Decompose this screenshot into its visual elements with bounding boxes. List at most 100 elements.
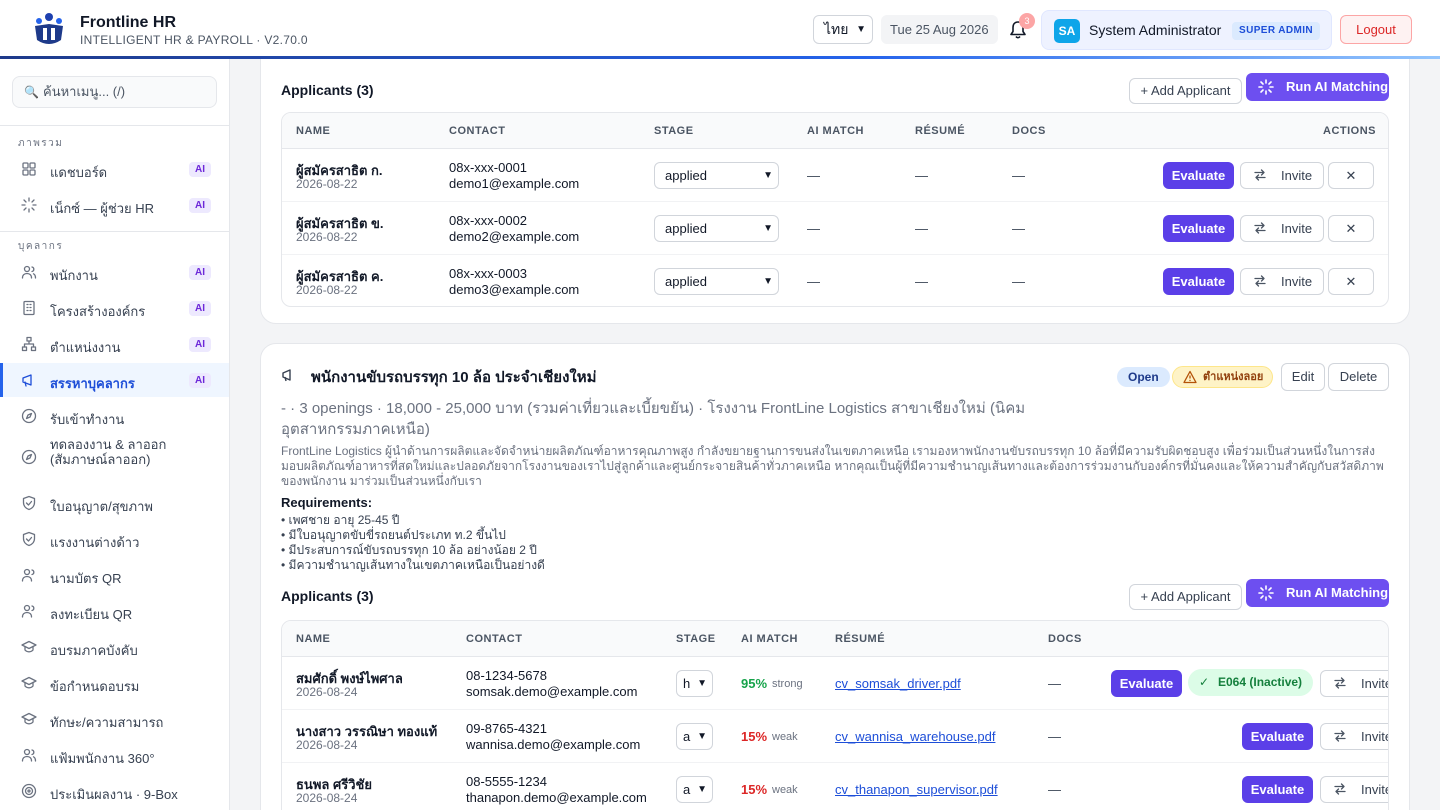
applicants-table: NAME CONTACT STAGE AI MATCH RÉSUMÉ DOCS สมศักด… bbox=[281, 620, 1389, 810]
docs-value: — bbox=[1012, 221, 1025, 236]
org-chart-icon bbox=[21, 336, 37, 352]
sidebar-item-11[interactable]: นามบัตร QR bbox=[0, 558, 229, 592]
sidebar-item-7[interactable]: รับเข้าทำงาน bbox=[0, 399, 229, 433]
applicant-phone: 08x-xxx-0001 bbox=[449, 160, 528, 175]
graduation-cap-icon bbox=[21, 640, 37, 653]
stage-select[interactable]: applied ▼ bbox=[654, 215, 779, 242]
evaluate-button[interactable]: Evaluate bbox=[1242, 723, 1313, 750]
evaluate-button[interactable]: Evaluate bbox=[1163, 268, 1234, 295]
applicant-email: somsak.demo@example.com bbox=[466, 684, 638, 699]
menu-search-input[interactable]: 🔍 ค้นหาเมนู... (/) bbox=[12, 76, 217, 108]
evaluate-button[interactable]: Evaluate bbox=[1111, 670, 1182, 697]
invite-label: Invite bbox=[1281, 168, 1313, 183]
job-title: พนักงานขับรถบรรทุก 10 ล้อ ประจำเชียงใหม่ bbox=[311, 369, 597, 386]
invite-button[interactable]: Invite bbox=[1320, 723, 1388, 750]
sidebar-item-6[interactable]: สรรหาบุคลากร AI bbox=[0, 363, 229, 397]
stage-select[interactable]: applied ▼ bbox=[654, 268, 779, 295]
job-meta: - · 3 openings · 18,000 - 25,000 บาท (รว… bbox=[281, 400, 1026, 438]
language-select[interactable]: ไทย ▼ bbox=[813, 15, 873, 44]
resume-link[interactable]: cv_thanapon_supervisor.pdf bbox=[835, 782, 998, 797]
evaluate-button[interactable]: Evaluate bbox=[1242, 776, 1313, 803]
invite-button[interactable]: Invite bbox=[1240, 268, 1324, 295]
ai-match-value: — bbox=[807, 221, 820, 236]
sidebar-item-9[interactable]: ใบอนุญาต/สุขภาพ bbox=[0, 486, 229, 520]
sidebar-item-8[interactable]: ทดลองงาน & ลาออก (สัมภาษณ์ลาออก) bbox=[0, 435, 229, 479]
requirements-title: Requirements: bbox=[281, 495, 373, 510]
sidebar-divider bbox=[0, 125, 229, 126]
invite-button[interactable]: Invite bbox=[1320, 670, 1388, 697]
user-menu[interactable]: SA System Administrator SUPER ADMIN bbox=[1041, 10, 1332, 50]
sidebar-item-label: แฟ้มพนักงาน 360° bbox=[50, 751, 155, 766]
stage-select[interactable]: a ▼ bbox=[676, 776, 713, 803]
edit-button[interactable]: Edit bbox=[1281, 363, 1325, 391]
swap-icon bbox=[1254, 275, 1266, 287]
applicant-phone: 08-1234-5678 bbox=[466, 668, 547, 683]
sidebar-item-label: โครงสร้างองค์กร bbox=[50, 304, 146, 319]
resume-link[interactable]: cv_wannisa_warehouse.pdf bbox=[835, 729, 995, 744]
ai-match-percent: 95% bbox=[741, 676, 768, 691]
language-value: ไทย bbox=[824, 21, 849, 37]
spinner-icon bbox=[1258, 585, 1274, 601]
main-content: Applicants (3) + Add Applicant Run AI Ma… bbox=[230, 59, 1440, 810]
shield-check-icon bbox=[22, 495, 36, 511]
role-badge: SUPER ADMIN bbox=[1232, 22, 1321, 40]
sidebar-item-15[interactable]: ทักษะ/ความสามารถ bbox=[0, 702, 229, 736]
add-applicant-button[interactable]: + Add Applicant bbox=[1129, 78, 1242, 104]
sidebar-item-4[interactable]: โครงสร้างองค์กร AI bbox=[0, 291, 229, 325]
sidebar-item-17[interactable]: ประเมินผลงาน · 9-Box bbox=[0, 774, 229, 808]
ai-match-value: — bbox=[807, 168, 820, 183]
sidebar-item-1[interactable]: แดชบอร์ด AI bbox=[0, 152, 229, 186]
sidebar-item-3[interactable]: พนักงาน AI bbox=[0, 255, 229, 289]
top-header: Frontline HR INTELLIGENT HR & PAYROLL · … bbox=[0, 0, 1440, 58]
run-ai-matching-button[interactable]: Run AI Matching bbox=[1246, 73, 1389, 101]
sidebar-item-label: ประเมินผลงาน · 9-Box bbox=[50, 787, 178, 802]
invite-button[interactable]: Invite bbox=[1320, 776, 1388, 803]
search-icon: 🔍 bbox=[24, 85, 39, 99]
evaluate-button[interactable]: Evaluate bbox=[1163, 162, 1234, 189]
warning-icon bbox=[1183, 370, 1197, 384]
sidebar-item-14[interactable]: ข้อกำหนดอบรม bbox=[0, 666, 229, 700]
stage-select[interactable]: applied ▼ bbox=[654, 162, 779, 189]
compass-icon bbox=[21, 449, 37, 465]
app-name: Frontline HR bbox=[80, 14, 176, 31]
sidebar-item-5[interactable]: ตำแหน่งงาน AI bbox=[0, 327, 229, 361]
remove-applicant-button[interactable]: ✕ bbox=[1328, 215, 1374, 242]
sidebar-item-10[interactable]: แรงงานต่างด้าว bbox=[0, 522, 229, 556]
employee-link-badge[interactable]: ✓ E064 (Inactive) bbox=[1188, 669, 1314, 696]
users-icon bbox=[21, 748, 37, 762]
graduation-cap-icon bbox=[21, 712, 37, 725]
status-badge: Open bbox=[1117, 367, 1170, 387]
sidebar-item-13[interactable]: อบรมภาคบังคับ bbox=[0, 630, 229, 664]
resume-link[interactable]: cv_somsak_driver.pdf bbox=[835, 676, 961, 691]
stage-select[interactable]: a ▼ bbox=[676, 723, 713, 750]
ai-badge: AI bbox=[189, 265, 211, 280]
stage-value: a bbox=[683, 729, 691, 744]
stage-select[interactable]: h ▼ bbox=[676, 670, 713, 697]
sidebar-item-label: นามบัตร QR bbox=[50, 571, 122, 586]
compass-icon bbox=[21, 408, 37, 424]
table-row: ผู้สมัครสาธิต ก. 2026-08-22 08x-xxx-0001 de… bbox=[282, 149, 1388, 202]
docs-value: — bbox=[1012, 168, 1025, 183]
sidebar-item-12[interactable]: ลงทะเบียน QR bbox=[0, 594, 229, 628]
table-row: ธนพล ศรีวิชัย 2026-08-24 08-5555-1234 thana… bbox=[282, 763, 1388, 810]
sidebar-item-2[interactable]: เน็กซ์ — ผู้ช่วย HR AI bbox=[0, 188, 229, 222]
remove-applicant-button[interactable]: ✕ bbox=[1328, 162, 1374, 189]
search-placeholder: ค้นหาเมนู... (/) bbox=[43, 84, 126, 99]
logout-button[interactable]: Logout bbox=[1340, 15, 1412, 44]
notification-badge: 3 bbox=[1019, 13, 1035, 29]
remove-applicant-button[interactable]: ✕ bbox=[1328, 268, 1374, 295]
applicant-email: demo3@example.com bbox=[449, 282, 580, 297]
add-applicant-button[interactable]: + Add Applicant bbox=[1129, 584, 1242, 610]
chevron-down-icon: ▼ bbox=[856, 24, 866, 35]
run-ai-matching-button[interactable]: Run AI Matching bbox=[1246, 579, 1389, 607]
spinner-icon bbox=[1258, 79, 1274, 95]
invite-button[interactable]: Invite bbox=[1240, 215, 1324, 242]
applicants-table: NAME CONTACT STAGE AI MATCH RÉSUMÉ DOCS ACTION… bbox=[281, 112, 1389, 307]
grid-icon bbox=[22, 162, 36, 176]
invite-button[interactable]: Invite bbox=[1240, 162, 1324, 189]
docs-value: — bbox=[1048, 782, 1061, 797]
sidebar-item-16[interactable]: แฟ้มพนักงาน 360° bbox=[0, 738, 229, 772]
evaluate-button[interactable]: Evaluate bbox=[1163, 215, 1234, 242]
delete-button[interactable]: Delete bbox=[1328, 363, 1389, 391]
sidebar-item-label: ตำแหน่งงาน bbox=[50, 340, 121, 355]
